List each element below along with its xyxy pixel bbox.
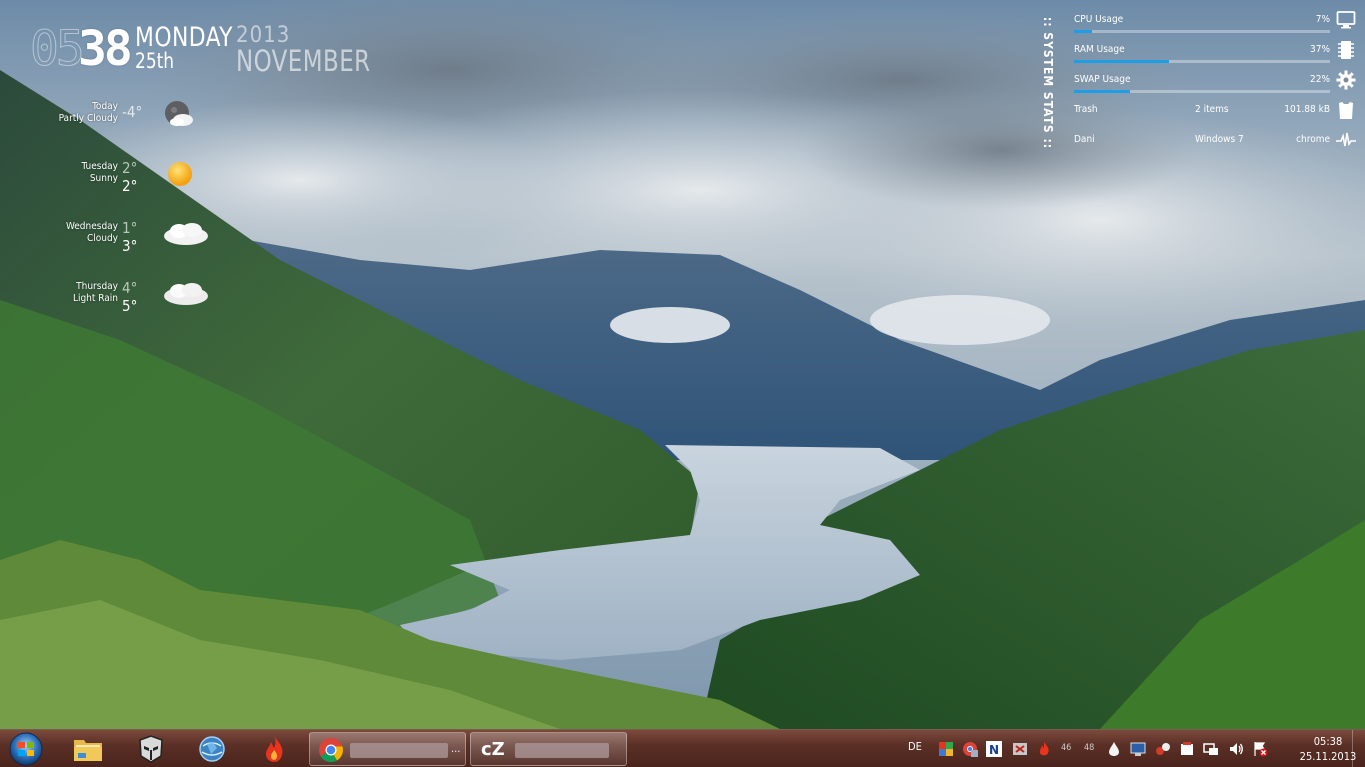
clock-month: NOVEMBER — [236, 44, 371, 78]
forecast-row-thursday: Thursday Light Rain 4° 5° — [20, 276, 230, 336]
forecast-temp-high: 2° — [122, 159, 138, 177]
network-tray-icon[interactable] — [1203, 741, 1219, 757]
monitor-tray-icon[interactable] — [1130, 741, 1146, 757]
clock-minute: 38 — [78, 21, 133, 77]
volume-icon[interactable] — [1228, 741, 1244, 757]
network-app-tray-icon[interactable] — [1155, 741, 1171, 757]
sun-icon — [168, 162, 192, 186]
svg-text:N: N — [989, 743, 999, 757]
fire-app-pin[interactable] — [256, 732, 292, 766]
taskbar-clock-time[interactable]: 05:38 — [1298, 735, 1358, 748]
forecast-day: Wednesday — [65, 221, 118, 232]
monitor-icon — [1336, 11, 1356, 29]
shield-tray-icon[interactable] — [1179, 741, 1195, 757]
forecast-temp: -4° — [122, 103, 143, 121]
forecast-day: Tuesday — [81, 161, 118, 172]
taskbar: ... cZ DE N 46 48 05:38 25.11.2013 — [0, 729, 1365, 767]
ram-usage-bar-fill — [1074, 60, 1169, 63]
globe-icon — [199, 736, 225, 762]
trash-size: 101.88 kB — [1284, 104, 1330, 115]
cz-task-button[interactable]: cZ — [470, 732, 627, 766]
forecast-condition: Partly Cloudy — [58, 113, 118, 124]
language-indicator[interactable]: DE — [908, 740, 922, 753]
chrome-tray-icon[interactable] — [962, 741, 978, 757]
folder-icon — [74, 740, 102, 761]
swap-usage-value: 22% — [1310, 74, 1330, 85]
system-stats-title: :: SYSTEM STATS :: — [1041, 16, 1056, 150]
title-ellipsis: ... — [451, 742, 461, 755]
show-desktop-button[interactable] — [1352, 730, 1365, 767]
flame-icon — [266, 736, 283, 762]
cpu-usage-label: CPU Usage — [1074, 14, 1124, 25]
trash-label: Trash — [1074, 104, 1098, 115]
blurred-window-title — [515, 743, 609, 758]
temperature-reading[interactable]: 48 — [1084, 743, 1094, 753]
forecast-temp-high: 4° — [122, 279, 138, 297]
cpu-usage-value: 7% — [1315, 14, 1330, 25]
chrome-icon — [319, 738, 343, 763]
user-name: Dani — [1074, 134, 1095, 145]
swap-usage-row: SWAP Usage 22% — [1074, 70, 1364, 100]
forecast-row-wednesday: Wednesday Cloudy 1° 3° — [20, 216, 230, 276]
ram-usage-row: RAM Usage 37% — [1074, 40, 1364, 70]
cpu-usage-bar — [1074, 30, 1330, 33]
clock-weekday: MONDAY — [135, 22, 233, 53]
os-name: Windows 7 — [1195, 134, 1244, 145]
helmet-icon — [139, 735, 163, 763]
ram-usage-bar — [1074, 60, 1330, 63]
temperature-reading[interactable]: 46 — [1061, 743, 1071, 753]
disk-tray-icon[interactable] — [1012, 741, 1028, 757]
taskbar-clock-date[interactable]: 25.11.2013 — [1298, 750, 1358, 763]
cpu-usage-row: CPU Usage 7% — [1074, 10, 1364, 40]
blurred-window-title — [350, 743, 448, 758]
swap-usage-bar-fill — [1074, 90, 1131, 93]
top-process: chrome — [1296, 134, 1330, 145]
colorful-app-tray-icon[interactable] — [938, 741, 954, 757]
action-center-flag-icon[interactable] — [1252, 741, 1268, 757]
forecast-temp-low: 2° — [122, 177, 138, 195]
swap-usage-label: SWAP Usage — [1074, 74, 1131, 85]
cloud-icon — [164, 223, 208, 245]
cloud-icon — [164, 283, 208, 305]
chrome-task-button[interactable]: ... — [309, 732, 466, 766]
forecast-condition: Cloudy — [86, 233, 118, 244]
system-info-row: Dani Windows 7 chrome — [1074, 130, 1364, 160]
forecast-row-tuesday: Tuesday Sunny 2° 2° — [20, 156, 230, 216]
trash-items: 2 items — [1195, 104, 1229, 115]
gear-icon — [1336, 70, 1356, 90]
forecast-temp-low: 5° — [122, 297, 138, 315]
clock-hour: 05 — [30, 21, 86, 77]
system-stats-widget: CPU Usage 7% RAM Usage 37% SWAP Usage 22… — [1074, 10, 1364, 160]
trash-icon[interactable] — [1336, 100, 1356, 120]
droplet-tray-icon[interactable] — [1106, 741, 1122, 757]
globe-app-pin[interactable] — [194, 732, 230, 766]
swap-usage-bar — [1074, 90, 1330, 93]
moon-cloud-icon — [165, 101, 193, 126]
news-app-tray-icon[interactable]: N — [986, 741, 1002, 757]
forecast-day: Thursday — [76, 281, 118, 292]
cpu-usage-bar-fill — [1074, 30, 1092, 33]
weather-forecast-widget: Today Partly Cloudy -4° Tuesday Sunny 2°… — [20, 96, 230, 336]
forecast-temp-low: 3° — [122, 237, 138, 255]
forecast-day: Today — [92, 101, 118, 112]
clock-day: 25th — [135, 49, 175, 73]
helmet-app-pin[interactable] — [133, 732, 169, 766]
forecast-temp-high: 1° — [122, 219, 138, 237]
trash-row: Trash 2 items 101.88 kB — [1074, 100, 1364, 130]
cz-app-logo: cZ — [481, 739, 505, 760]
ram-usage-label: RAM Usage — [1074, 44, 1125, 55]
forecast-condition: Light Rain — [72, 293, 118, 304]
forecast-row-today: Today Partly Cloudy -4° — [20, 96, 230, 156]
ram-usage-value: 37% — [1310, 44, 1330, 55]
windows-start-button[interactable] — [6, 731, 46, 767]
explorer-pin[interactable] — [70, 732, 106, 766]
flame-tray-icon[interactable] — [1036, 741, 1052, 757]
pulse-icon — [1336, 132, 1356, 147]
forecast-condition: Sunny — [89, 173, 118, 184]
memory-chip-icon — [1338, 41, 1354, 59]
